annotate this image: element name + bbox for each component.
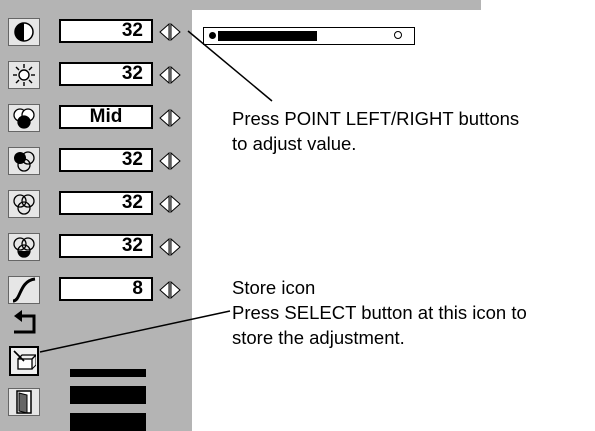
color-temp-row[interactable]: Mid xyxy=(0,100,192,136)
contrast-icon[interactable] xyxy=(8,18,40,46)
red-value: 32 xyxy=(59,148,153,172)
left-right-arrows-icon[interactable] xyxy=(158,280,182,300)
menu-top-bar xyxy=(0,0,481,10)
blue-value: 32 xyxy=(59,234,153,258)
left-right-arrows-icon[interactable] xyxy=(158,65,182,85)
green-icon[interactable] xyxy=(8,190,40,218)
black-bar xyxy=(70,386,146,404)
red-row[interactable]: 32 xyxy=(0,143,192,179)
gamma-value: 8 xyxy=(59,277,153,301)
brightness-row[interactable]: 32 xyxy=(0,57,192,93)
left-right-arrows-icon[interactable] xyxy=(158,194,182,214)
left-right-arrows-icon[interactable] xyxy=(158,22,182,42)
black-bar xyxy=(70,369,146,377)
store-note-line2: store the adjustment. xyxy=(232,327,405,348)
color-temp-icon[interactable] xyxy=(8,104,40,132)
adjust-note-line2: to adjust value. xyxy=(232,133,357,154)
blue-row[interactable]: 32 xyxy=(0,229,192,265)
blue-icon[interactable] xyxy=(8,233,40,261)
contrast-row[interactable]: 32 xyxy=(0,14,192,50)
reset-row[interactable] xyxy=(0,305,192,341)
level-bar[interactable] xyxy=(203,27,415,45)
red-icon[interactable] xyxy=(8,147,40,175)
left-right-arrows-icon[interactable] xyxy=(158,151,182,171)
brightness-value: 32 xyxy=(59,62,153,86)
adjust-note-line1: Press POINT LEFT/RIGHT buttons xyxy=(232,108,520,129)
store-note-line1: Press SELECT button at this icon to xyxy=(232,302,527,323)
reset-icon[interactable] xyxy=(8,309,40,337)
black-bar xyxy=(70,413,146,431)
brightness-icon[interactable] xyxy=(8,61,40,89)
gamma-row[interactable]: 8 xyxy=(0,272,192,308)
green-row[interactable]: 32 xyxy=(0,186,192,222)
store-icon[interactable] xyxy=(9,346,39,376)
green-value: 32 xyxy=(59,191,153,215)
store-note-title: Store icon xyxy=(232,277,316,298)
color-temp-value: Mid xyxy=(59,105,153,129)
gamma-icon[interactable] xyxy=(8,276,40,304)
max-circle-icon xyxy=(394,31,402,39)
exit-icon[interactable] xyxy=(8,388,40,416)
left-right-arrows-icon[interactable] xyxy=(158,237,182,257)
contrast-value: 32 xyxy=(59,19,153,43)
left-right-arrows-icon[interactable] xyxy=(158,108,182,128)
min-dot-icon xyxy=(209,32,216,39)
level-fill xyxy=(218,31,317,41)
